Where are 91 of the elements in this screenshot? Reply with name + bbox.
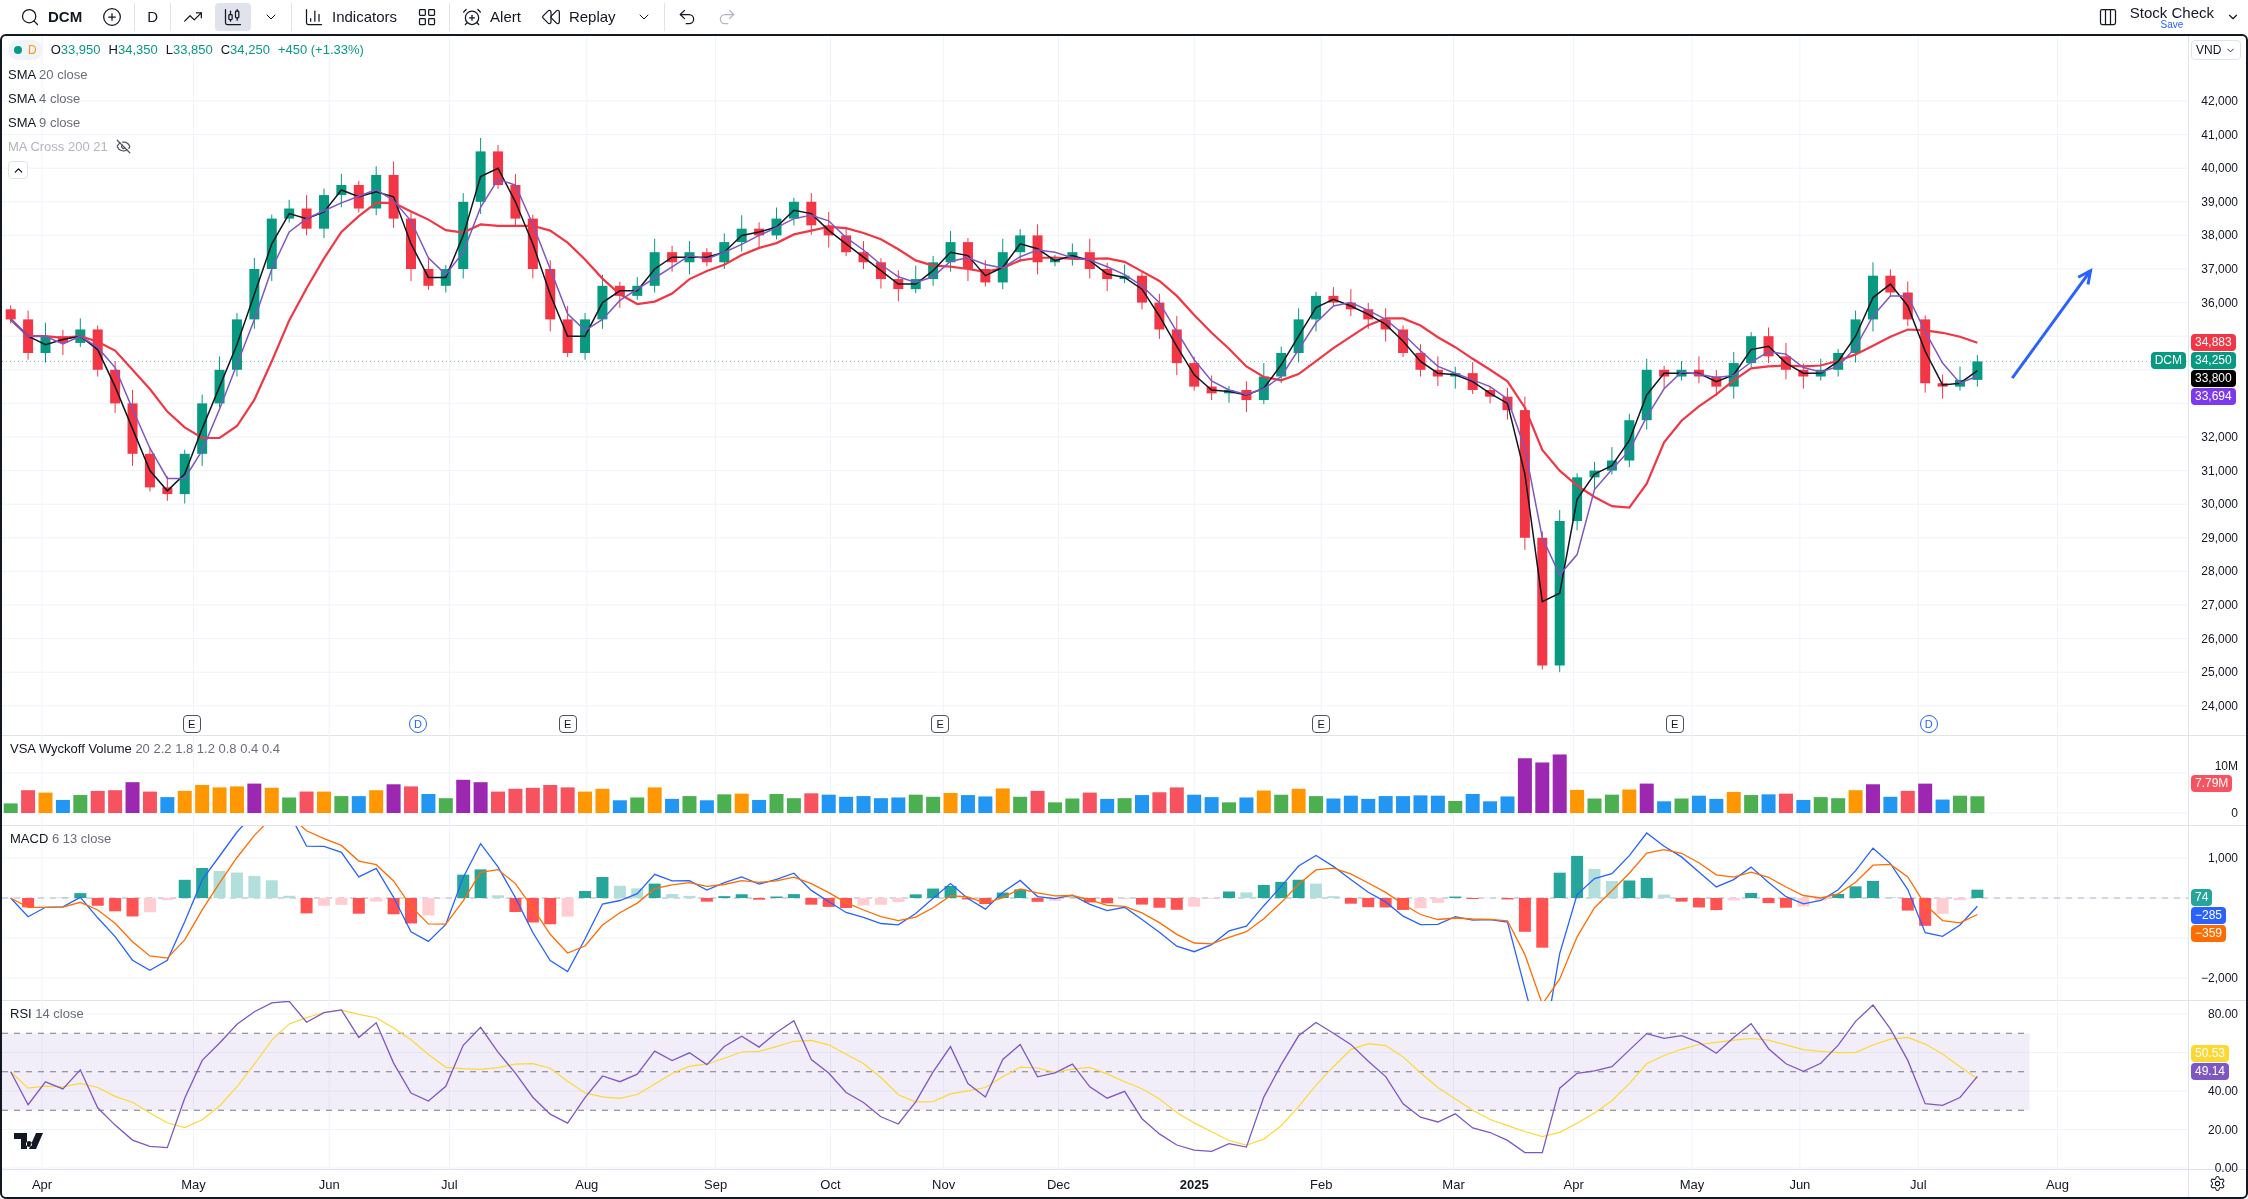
time-axis-label: Apr [1563,1176,1584,1194]
ohlc-value: L33,850 [165,41,213,60]
search-icon [20,7,40,27]
axis-label: 80.00 [2207,1008,2238,1020]
axis-label: 40.00 [2207,1085,2238,1097]
layout-name[interactable]: Stock Check [2129,4,2214,20]
indicator-value-label: 74 [2191,889,2213,906]
time-axis-label: Nov [932,1176,956,1194]
price-label: 33,800 [2191,370,2236,388]
indicator-value-label: 50.53 [2191,1044,2230,1062]
time-axis-label: Jul [440,1176,458,1194]
candlestick-button[interactable] [215,3,251,31]
plus-circle-icon [102,7,123,27]
axis-label: 37,000 [2201,263,2238,275]
axis-label: 20.00 [2207,1123,2238,1136]
pane-title[interactable]: VSA Wyckoff Volume 20 2.2 1.8 1.2 0.8 0.4 0.4 [10,739,280,759]
bar-chart-icon [304,7,324,27]
time-axis-label: Aug [2045,1176,2069,1194]
symbol-tag: DCM [2150,352,2186,370]
time-axis-label: Oct [820,1176,841,1194]
axis-label: 40,000 [2201,162,2238,175]
time-axis-label: Mar [1442,1176,1465,1194]
time-axis-label: May [181,1176,206,1194]
settings-icon[interactable] [2209,1175,2226,1192]
time-axis-label: Sep [704,1176,728,1194]
layout-icon[interactable] [2097,7,2118,27]
indicator-label[interactable]: SMA 20 close [8,64,88,85]
axis-label: 39,000 [2201,195,2238,208]
price-label: 34,250 [2191,352,2236,370]
price-label: 33,694 [2191,388,2236,406]
grid-icon [417,7,438,27]
dividend-marker[interactable]: D [408,715,427,733]
ohlc-value: O33,950 [50,41,101,60]
candlestick-icon [223,7,243,27]
earnings-marker[interactable]: E [1312,715,1331,733]
pane-title[interactable]: MACD 6 13 close [10,829,112,849]
axis-label: 28,000 [2201,565,2238,578]
replay-button[interactable]: Replay [532,3,624,31]
axis-label: 31,000 [2201,464,2238,477]
dividend-marker[interactable]: D [1919,715,1938,733]
time-axis-label: Feb [1310,1176,1333,1194]
earnings-marker[interactable]: E [558,715,577,733]
axis-label: −2,000 [2200,972,2238,984]
axis-label: 10M [2214,760,2238,772]
indicator-value-label: −285 [2191,907,2227,924]
indicator-label[interactable]: SMA 4 close [8,88,81,109]
axis-label: 38,000 [2201,229,2238,242]
axis-label: 42,000 [2201,95,2238,107]
time-axis-label: 2025 [1179,1176,1209,1194]
volume-label: 7.79M [2191,774,2233,792]
ohlc-value: C34,250 [220,41,270,60]
time-axis-label: Aug [575,1176,599,1194]
eye-off-icon[interactable] [115,139,131,154]
currency-button[interactable]: VND [2191,40,2242,60]
rewind-icon [540,7,561,27]
price-label: 34,883 [2191,334,2236,352]
axis-label: 30,000 [2201,498,2238,511]
time-axis-label: Jun [1789,1176,1811,1194]
time-axis-label: May [1679,1176,1705,1194]
time-axis-label: Dec [1046,1176,1070,1194]
axis-label: 1,000 [2207,852,2238,864]
alert-button[interactable]: Alert [454,3,529,31]
axis-label: 0 [2231,807,2238,819]
interval-button[interactable]: D [139,3,166,31]
indicators-button[interactable]: Indicators [296,3,406,31]
ohlc-value: H34,350 [108,41,158,60]
price-change: +450 (+1.33%) [277,41,364,60]
indicator-value-label: 49.14 [2191,1062,2230,1080]
save-link[interactable]: Save [2160,19,2184,30]
indicator-value-label: −359 [2191,925,2227,942]
alarm-clock-icon [462,7,483,27]
earnings-marker[interactable]: E [182,715,201,733]
time-axis-label: Apr [31,1176,53,1194]
symbol-search-button[interactable]: DCM [12,3,91,31]
time-axis-label: Jun [318,1176,340,1194]
axis-label: 25,000 [2201,666,2238,679]
collapse-button[interactable] [8,161,28,179]
pane-title[interactable]: RSI 14 close [10,1004,84,1024]
axis-label: 36,000 [2201,296,2238,309]
interval-text: D [28,42,37,59]
time-axis-label: Jul [1909,1176,1927,1194]
axis-label: 32,000 [2201,431,2238,443]
axis-label: 24,000 [2201,699,2238,712]
earnings-marker[interactable]: E [1665,715,1684,733]
axis-label: 26,000 [2201,632,2238,645]
axis-label: 29,000 [2201,531,2238,544]
axis-label: 27,000 [2201,599,2238,611]
axis-label: 41,000 [2201,128,2238,141]
earnings-marker[interactable]: E [931,715,950,733]
axis-label: 0.00 [2214,1162,2238,1174]
indicator-label[interactable]: SMA 9 close [8,112,81,133]
